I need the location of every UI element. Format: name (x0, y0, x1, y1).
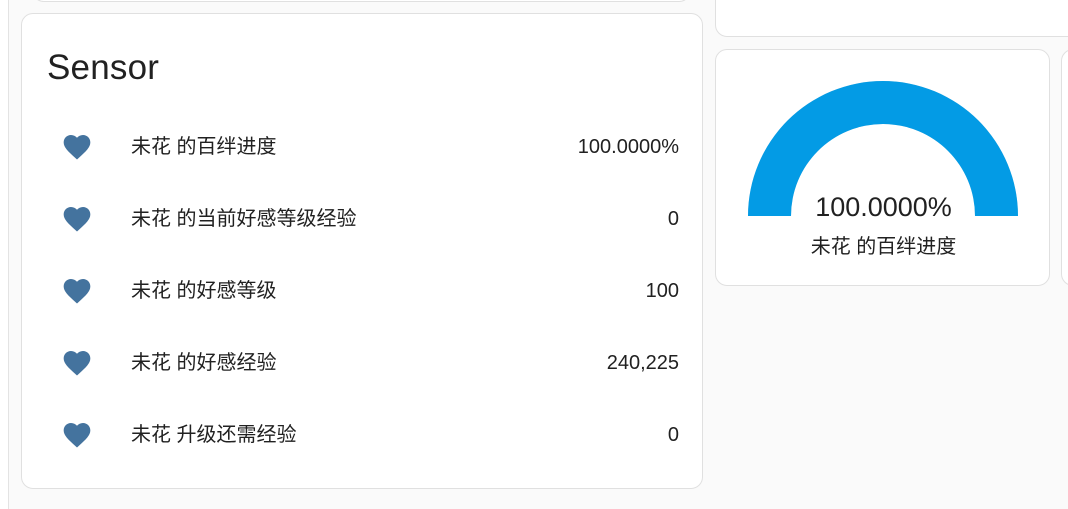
heart-icon (60, 419, 94, 451)
partial-card-above (32, 0, 691, 2)
partial-card-right (1061, 49, 1068, 286)
heart-icon (60, 275, 94, 307)
heart-icon (60, 131, 94, 163)
entity-value: 0 (667, 208, 679, 230)
entity-row-affection-exp[interactable]: 未花 的好感经验 240,225 (22, 337, 704, 389)
sensor-entities-card: Sensor 未花 的百绊进度 100.0000% 未花 的当前好感等级经验 0… (21, 13, 703, 489)
entity-row-bond-progress[interactable]: 未花 的百绊进度 100.0000% (22, 121, 704, 173)
entity-name: 未花 的好感经验 (131, 352, 277, 374)
partial-card-top-right (715, 0, 1068, 37)
entity-row-exp-to-next-level[interactable]: 未花 升级还需经验 0 (22, 409, 704, 461)
gauge-name: 未花 的百绊进度 (810, 236, 957, 258)
heart-icon (60, 347, 94, 379)
card-title: Sensor (47, 48, 160, 87)
entity-name: 未花 升级还需经验 (131, 424, 297, 446)
entity-name: 未花 的百绊进度 (131, 136, 277, 158)
gauge-value: 100.0000% (815, 192, 952, 222)
entity-value: 100 (645, 280, 679, 302)
entity-value: 0 (667, 424, 679, 446)
entity-name: 未花 的当前好感等级经验 (131, 208, 357, 230)
entity-value: 240,225 (606, 352, 679, 374)
left-edge-strip (0, 0, 9, 509)
gauge-card[interactable]: 100.0000% 未花 的百绊进度 (715, 49, 1050, 286)
entity-row-affection-level[interactable]: 未花 的好感等级 100 (22, 265, 704, 317)
entity-row-current-affection-exp[interactable]: 未花 的当前好感等级经验 0 (22, 193, 704, 245)
entity-value: 100.0000% (577, 136, 679, 158)
entity-name: 未花 的好感等级 (131, 280, 277, 302)
heart-icon (60, 203, 94, 235)
